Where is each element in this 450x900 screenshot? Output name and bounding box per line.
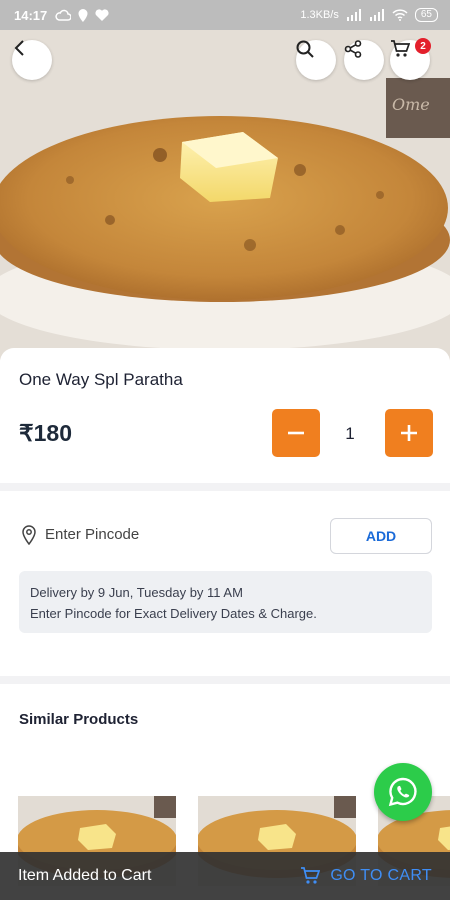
minus-icon — [288, 431, 304, 435]
add-pincode-button[interactable]: ADD — [330, 518, 432, 554]
whatsapp-chat-button[interactable] — [374, 763, 432, 821]
pincode-input[interactable]: Enter Pincode — [45, 526, 139, 543]
go-to-cart-button[interactable]: GO TO CART — [300, 867, 432, 885]
delivery-info: Delivery by 9 Jun, Tuesday by 11 AM Ente… — [19, 571, 432, 633]
product-info-card: One Way Spl Paratha ₹180 1 — [0, 348, 450, 483]
snackbar-message: Item Added to Cart — [18, 867, 152, 884]
product-image[interactable]: Ome 2 — [0, 30, 450, 360]
heart-icon — [95, 9, 109, 21]
cloud-icon — [55, 9, 72, 21]
go-to-cart-label: GO TO CART — [330, 867, 432, 884]
svg-text:Ome: Ome — [392, 95, 430, 114]
cart-button[interactable]: 2 — [390, 38, 431, 80]
cart-icon — [301, 867, 321, 884]
share-icon — [344, 40, 362, 58]
whatsapp-icon — [388, 777, 417, 807]
product-price: ₹180 — [19, 420, 73, 446]
delivery-line-1: Delivery by 9 Jun, Tuesday by 11 AM — [30, 585, 243, 600]
share-button[interactable] — [344, 40, 384, 80]
battery-indicator: 65 — [414, 8, 438, 22]
search-button[interactable] — [296, 40, 336, 80]
location-pin-icon — [22, 525, 36, 545]
back-arrow-icon — [14, 40, 24, 56]
search-icon — [296, 40, 314, 58]
similar-products-title: Similar Products — [19, 711, 139, 728]
location-icon — [78, 8, 88, 22]
paratha-photo: Ome — [0, 30, 450, 360]
network-speed: 1.3KB/s — [300, 9, 339, 21]
pincode-card: Enter Pincode ADD Delivery by 9 Jun, Tue… — [0, 491, 450, 676]
product-name: One Way Spl Paratha — [19, 370, 183, 389]
status-bar: 14:17 1.3KB/s 65 — [0, 0, 450, 30]
cart-icon — [391, 40, 410, 57]
signal-icon — [346, 9, 361, 21]
cart-snackbar: Item Added to Cart GO TO CART — [0, 852, 450, 900]
signal-icon-2 — [369, 9, 384, 21]
plus-icon — [401, 425, 417, 441]
status-time: 14:17 — [14, 7, 48, 23]
decrease-quantity-button[interactable] — [272, 409, 320, 457]
delivery-line-2: Enter Pincode for Exact Delivery Dates &… — [30, 606, 317, 621]
wifi-icon — [392, 9, 408, 21]
quantity-value: 1 — [345, 424, 355, 443]
cart-count-badge: 2 — [415, 38, 431, 54]
increase-quantity-button[interactable] — [385, 409, 433, 457]
back-button[interactable] — [12, 40, 52, 80]
